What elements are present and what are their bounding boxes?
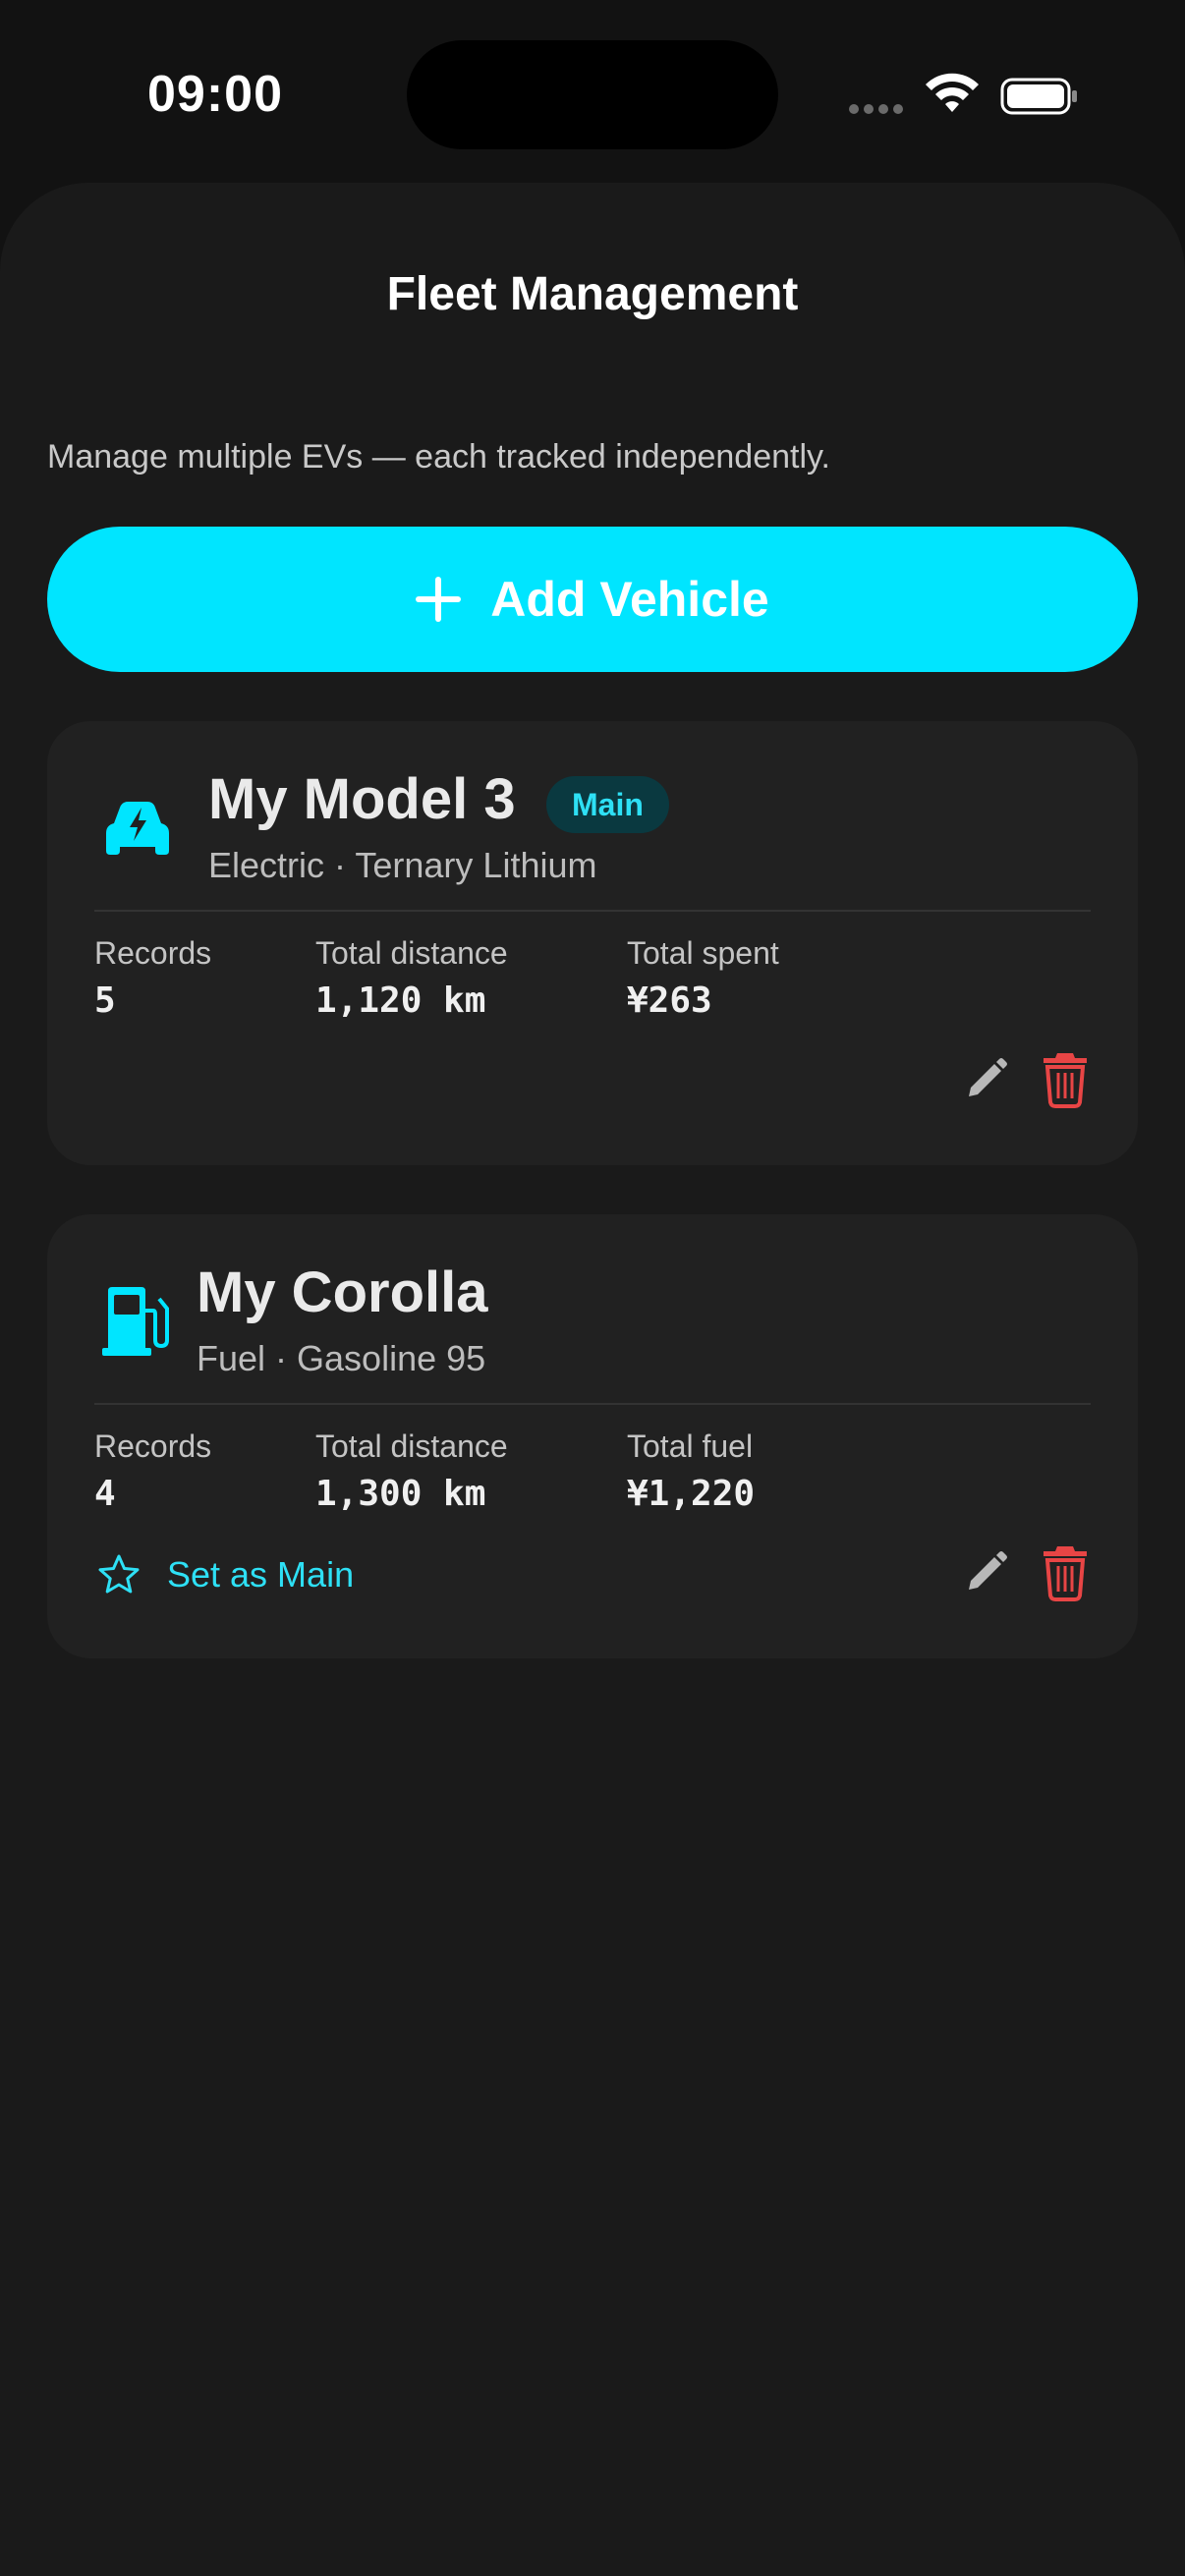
stat-value-spent: ¥263 <box>627 980 712 1021</box>
page-subtitle: Manage multiple EVs — each tracked indep… <box>47 438 830 476</box>
vehicle-name: My Corolla <box>197 1260 488 1324</box>
fuel-pump-icon <box>102 1287 169 1356</box>
screen: 09:00 Fleet Management Manage multiple E… <box>0 0 1185 2576</box>
stat-label-records: Records <box>94 1428 212 1464</box>
add-vehicle-label: Add Vehicle <box>490 572 769 627</box>
stat-value-distance: 1,300 km <box>315 1474 486 1514</box>
stat-label-records: Records <box>94 935 212 971</box>
edit-pencil-icon[interactable] <box>961 1548 1010 1597</box>
battery-icon <box>1000 78 1077 115</box>
delete-trash-icon[interactable] <box>1038 1542 1093 1601</box>
stat-value-records: 4 <box>94 1474 116 1514</box>
vehicle-type: Fuel <box>197 1338 266 1378</box>
edit-pencil-icon[interactable] <box>961 1055 1010 1104</box>
stat-value-records: 5 <box>94 980 116 1021</box>
cellular-signal-icon <box>849 104 903 114</box>
divider <box>94 910 1091 912</box>
vehicle-card[interactable]: My Corolla Fuel · Gasoline 95 Records 4 … <box>47 1214 1138 1658</box>
dynamic-island <box>407 40 778 149</box>
divider <box>94 1403 1091 1405</box>
vehicle-detail: Gasoline 95 <box>297 1338 486 1378</box>
vehicle-detail: Ternary Lithium <box>355 845 597 885</box>
stat-label-spent: Total spent <box>627 935 779 971</box>
status-bar: 09:00 <box>0 0 1185 187</box>
star-outline-icon <box>98 1554 140 1594</box>
set-as-main-button[interactable]: Set as Main <box>96 1552 354 1597</box>
stat-label-distance: Total distance <box>315 935 508 971</box>
wifi-icon <box>926 73 979 112</box>
add-vehicle-button[interactable]: Add Vehicle <box>47 527 1138 672</box>
stat-value-fuel: ¥1,220 <box>627 1474 756 1514</box>
vehicle-subtitle: Electric · Ternary Lithium <box>208 845 597 885</box>
page-title: Fleet Management <box>386 268 799 320</box>
delete-trash-icon[interactable] <box>1038 1049 1093 1108</box>
main-badge: Main <box>546 776 669 833</box>
ev-car-icon <box>106 802 169 855</box>
set-as-main-label: Set as Main <box>167 1554 355 1595</box>
stat-label-fuel: Total fuel <box>627 1428 754 1464</box>
vehicle-name: My Model 3 <box>208 767 516 831</box>
vehicle-type: Electric <box>208 845 325 885</box>
vehicle-card[interactable]: My Model 3 Main Electric · Ternary Lithi… <box>47 721 1138 1165</box>
stat-label-distance: Total distance <box>315 1428 508 1464</box>
plus-icon <box>416 577 462 622</box>
vehicle-subtitle: Fuel · Gasoline 95 <box>197 1338 486 1378</box>
stat-value-distance: 1,120 km <box>315 980 486 1021</box>
status-time: 09:00 <box>147 66 283 123</box>
